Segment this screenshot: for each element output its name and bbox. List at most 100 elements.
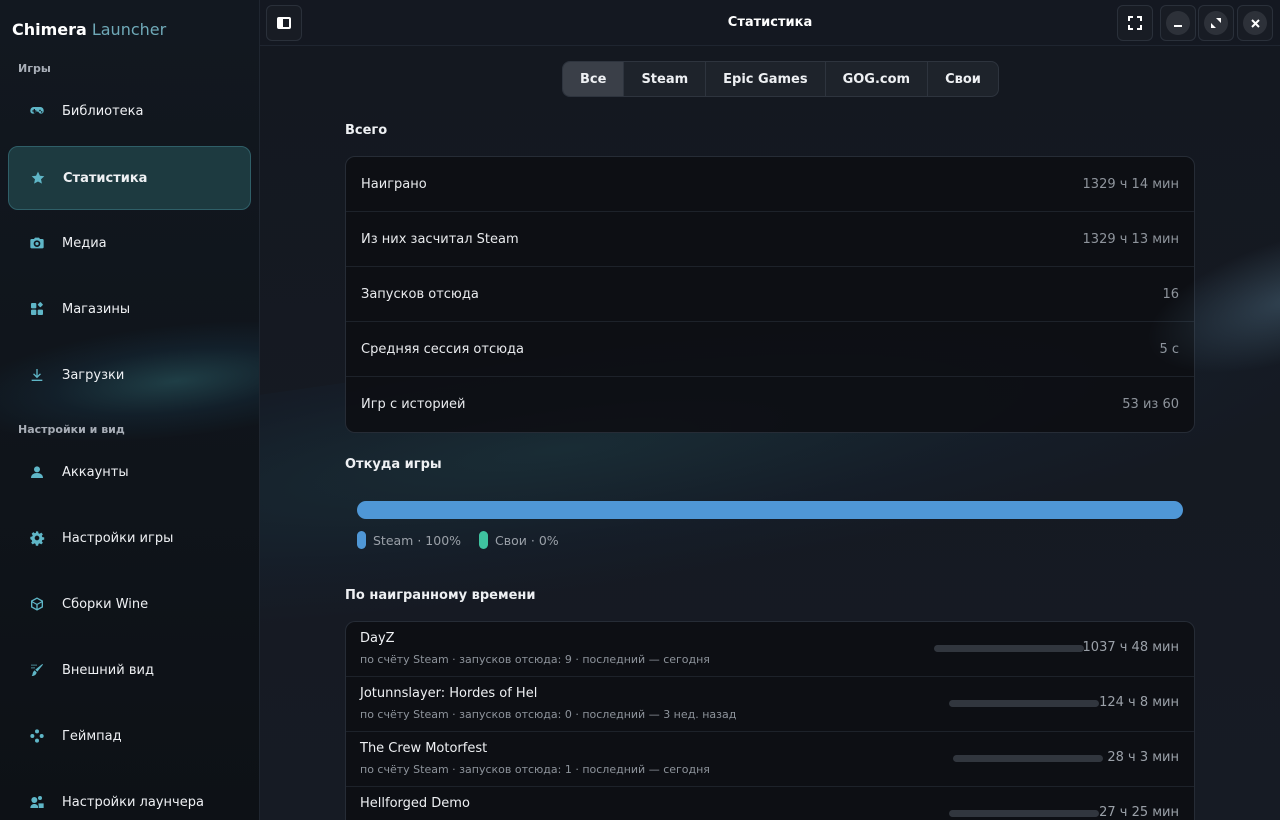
playtime-bar [934, 645, 1084, 652]
stat-label: Игр с историей [361, 397, 466, 412]
sidebar-item-gamepad[interactable]: Геймпад [8, 704, 251, 768]
sidebar-item-label: Медиа [62, 235, 107, 251]
legend-swatch [479, 531, 489, 549]
app-name: Chimera [12, 20, 87, 39]
sidebar-item-label: Библиотека [62, 103, 144, 119]
brush-icon [28, 661, 46, 679]
download-icon [28, 366, 46, 384]
stat-row: Наиграно 1329 ч 14 мин [346, 157, 1194, 212]
game-meta: по счёту Steam · запусков отсюда: 9 · по… [360, 653, 710, 666]
game-meta: по счёту Steam · запусков отсюда: 0 · по… [360, 708, 737, 721]
sidebar-item-media[interactable]: Медиа [8, 211, 251, 275]
stat-row: Игр с историей 53 из 60 [346, 377, 1194, 432]
totals-card: Наиграно 1329 ч 14 мин Из них засчитал S… [345, 156, 1195, 433]
close-button[interactable] [1237, 5, 1273, 41]
minimize-icon [1166, 11, 1190, 35]
sidebar: Chimera Launcher Игры Библиотека Статисти… [0, 0, 260, 820]
tab-steam[interactable]: Steam [624, 62, 707, 96]
apps-icon [28, 300, 46, 318]
list-item[interactable]: Hellforged Demo 27 ч 25 мин [346, 787, 1194, 820]
sidebar-item-label: Настройки игры [62, 530, 174, 546]
game-name: DayZ [360, 631, 395, 646]
legend-swatch [357, 531, 366, 549]
maximize-button[interactable] [1198, 5, 1234, 41]
sidebar-item-statistics[interactable]: Статистика [8, 146, 251, 210]
stat-row: Из них засчитал Steam 1329 ч 13 мин [346, 212, 1194, 267]
sidebar-item-stores[interactable]: Магазины [8, 277, 251, 341]
stat-value: 1329 ч 13 мин [1082, 231, 1179, 247]
game-name: The Crew Motorfest [360, 741, 488, 756]
sidebar-item-label: Статистика [63, 170, 148, 186]
tab-gog[interactable]: GOG.com [826, 62, 929, 96]
stat-label: Запусков отсюда [361, 286, 479, 302]
legend-item-custom: Свои · 0% [479, 531, 559, 549]
fullscreen-button[interactable] [1117, 5, 1153, 41]
stat-row: Средняя сессия отсюда 5 с [346, 322, 1194, 377]
sidebar-item-label: Геймпад [62, 728, 122, 744]
header-bar: Статистика [260, 0, 1280, 46]
sidebar-item-label: Магазины [62, 301, 131, 317]
playtime-bar [949, 810, 1099, 817]
star-icon [29, 169, 47, 187]
tab-epic-games[interactable]: Epic Games [706, 62, 826, 96]
maximize-icon [1204, 11, 1228, 35]
playtime-list: DayZ по счёту Steam · запусков отсюда: 9… [345, 621, 1195, 820]
section-label-settings: Настройки и вид [18, 423, 125, 436]
main-content: Статистика Все Steam Epic Games GOG.com … [260, 0, 1280, 820]
sidebar-item-label: Сборки Wine [62, 596, 149, 612]
game-time: 124 ч 8 мин [1099, 695, 1179, 710]
minimize-button[interactable] [1160, 5, 1196, 41]
sidebar-item-downloads[interactable]: Загрузки [8, 343, 251, 407]
playtime-title: По наигранному времени [345, 588, 536, 603]
game-name: Hellforged Demo [360, 796, 470, 811]
list-item[interactable]: DayZ по счёту Steam · запусков отсюда: 9… [346, 622, 1194, 677]
sidebar-item-library[interactable]: Библиотека [8, 79, 251, 143]
legend-label: Свои · 0% [495, 532, 559, 548]
legend-item-steam: Steam · 100% [357, 531, 461, 549]
stat-label: Наиграно [361, 176, 427, 192]
game-time: 28 ч 3 мин [1107, 750, 1179, 765]
totals-title: Всего [345, 123, 388, 138]
sidebar-item-label: Аккаунты [62, 464, 129, 480]
tab-all[interactable]: Все [563, 62, 625, 96]
stat-value: 16 [1162, 286, 1179, 302]
sidebar-item-launcher-settings[interactable]: Настройки лаунчера [8, 770, 251, 820]
gear-icon [28, 529, 46, 547]
sidebar-item-label: Загрузки [62, 367, 125, 383]
sidebar-item-label: Настройки лаунчера [62, 794, 204, 810]
list-item[interactable]: Jotunnslayer: Hordes of Hel по счёту Ste… [346, 677, 1194, 732]
stat-value: 5 с [1159, 341, 1179, 357]
gamepad-icon [28, 102, 46, 120]
sources-legend: Steam · 100% Свои · 0% [357, 531, 577, 549]
tab-custom[interactable]: Свои [928, 62, 998, 96]
game-time: 27 ч 25 мин [1099, 805, 1179, 820]
settings-group-icon [28, 793, 46, 811]
sidebar-item-accounts[interactable]: Аккаунты [8, 440, 251, 504]
sources-bar [357, 501, 1183, 519]
app-name-suffix: Launcher [91, 20, 167, 39]
game-time: 1037 ч 48 мин [1082, 640, 1179, 655]
sources-title: Откуда игры [345, 457, 442, 472]
game-meta: по счёту Steam · запусков отсюда: 1 · по… [360, 763, 710, 776]
sidebar-item-appearance[interactable]: Внешний вид [8, 638, 251, 702]
camera-icon [28, 234, 46, 252]
sidebar-item-label: Внешний вид [62, 662, 154, 678]
list-item[interactable]: The Crew Motorfest по счёту Steam · запу… [346, 732, 1194, 787]
playtime-bar [949, 700, 1099, 707]
game-name: Jotunnslayer: Hordes of Hel [360, 686, 538, 701]
person-icon [28, 463, 46, 481]
legend-label: Steam · 100% [373, 532, 462, 548]
cube-icon [28, 595, 46, 613]
stat-label: Из них засчитал Steam [361, 231, 519, 247]
sidebar-item-wine-builds[interactable]: Сборки Wine [8, 572, 251, 636]
section-label-games: Игры [18, 62, 51, 75]
stat-row: Запусков отсюда 16 [346, 267, 1194, 322]
dpad-icon [28, 727, 46, 745]
store-tabs: Все Steam Epic Games GOG.com Свои [562, 61, 999, 97]
stat-value: 53 из 60 [1122, 397, 1179, 412]
fullscreen-icon [1128, 16, 1142, 30]
stat-label: Средняя сессия отсюда [361, 341, 525, 357]
close-icon [1243, 11, 1267, 35]
stat-value: 1329 ч 14 мин [1082, 176, 1179, 192]
sidebar-item-game-settings[interactable]: Настройки игры [8, 506, 251, 570]
